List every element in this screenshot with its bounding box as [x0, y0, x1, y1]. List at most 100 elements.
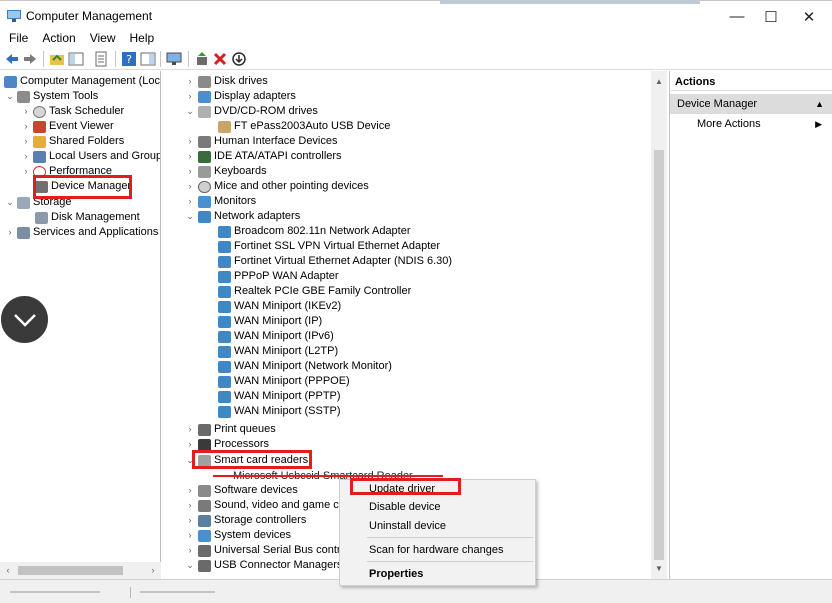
- chevron-right-icon[interactable]: ›: [184, 513, 196, 528]
- chevron-right-icon[interactable]: ›: [184, 134, 196, 149]
- network-adapter-item[interactable]: WAN Miniport (IKEv2): [216, 299, 341, 314]
- tree-item-system-tools[interactable]: ⌄ System Tools: [5, 89, 98, 104]
- scrollbar-thumb[interactable]: [18, 566, 123, 575]
- back-arrow-icon[interactable]: [4, 51, 20, 67]
- device-category-network-adapters[interactable]: ⌄ Network adapters: [184, 209, 300, 224]
- device-category-storage-controllers[interactable]: › Storage controllers: [184, 513, 306, 528]
- menu-disable-device[interactable]: Disable device: [369, 500, 441, 514]
- chevron-right-icon[interactable]: ›: [21, 134, 31, 149]
- menu-file[interactable]: File: [0, 31, 35, 47]
- monitor-icon[interactable]: [166, 51, 182, 67]
- chevron-right-icon[interactable]: ›: [5, 225, 15, 240]
- disable-device-icon[interactable]: [231, 51, 247, 67]
- forward-arrow-icon[interactable]: [22, 51, 38, 67]
- properties-icon[interactable]: [93, 51, 109, 67]
- device-category-hid[interactable]: › Human Interface Devices: [184, 134, 338, 149]
- device-category-keyboards[interactable]: › Keyboards: [184, 164, 267, 179]
- device-category-usb-connector[interactable]: ⌄ USB Connector Managers: [184, 558, 342, 573]
- chevron-right-icon[interactable]: ›: [21, 104, 31, 119]
- tree-item-shared-folders[interactable]: › Shared Folders: [21, 134, 124, 149]
- network-adapter-item[interactable]: Fortinet SSL VPN Virtual Ethernet Adapte…: [216, 239, 440, 254]
- device-category-usb-controllers[interactable]: › Universal Serial Bus controll: [184, 543, 352, 558]
- chevron-right-icon[interactable]: ›: [184, 164, 196, 179]
- actions-section-device-manager[interactable]: Device Manager ▲: [670, 94, 832, 114]
- chevron-right-icon[interactable]: ›: [21, 119, 31, 134]
- expand-overlay-button[interactable]: [0, 295, 49, 344]
- chevron-right-icon[interactable]: ›: [184, 543, 196, 558]
- menu-view[interactable]: View: [83, 31, 123, 47]
- tree-item-task-scheduler[interactable]: › Task Scheduler: [21, 104, 124, 119]
- network-adapter-item[interactable]: WAN Miniport (Network Monitor): [216, 359, 392, 374]
- menu-update-driver[interactable]: Update driver: [369, 482, 435, 496]
- chevron-down-icon[interactable]: ⌄: [184, 104, 196, 119]
- device-category-print-queues[interactable]: › Print queues: [184, 422, 276, 437]
- tree-item-computer-management[interactable]: Computer Management (Local: [2, 74, 160, 89]
- update-driver-icon[interactable]: [194, 51, 210, 67]
- menu-help[interactable]: Help: [123, 31, 162, 47]
- network-adapter-item[interactable]: WAN Miniport (IPv6): [216, 329, 334, 344]
- menu-uninstall-device[interactable]: Uninstall device: [369, 519, 446, 533]
- tree-item-disk-management[interactable]: Disk Management: [33, 210, 140, 225]
- collapse-icon[interactable]: ▲: [815, 94, 824, 114]
- up-folder-icon[interactable]: [49, 51, 65, 67]
- chevron-down-icon[interactable]: ⌄: [184, 558, 196, 573]
- tree-item-local-users[interactable]: › Local Users and Groups: [21, 149, 160, 164]
- chevron-down-icon[interactable]: ⌄: [184, 209, 196, 224]
- chevron-right-icon[interactable]: ›: [21, 149, 31, 164]
- show-pane-icon[interactable]: [140, 51, 156, 67]
- scrollbar-thumb[interactable]: [654, 150, 664, 560]
- scroll-right-icon[interactable]: ›: [145, 562, 161, 579]
- network-adapter-item[interactable]: WAN Miniport (IP): [216, 314, 322, 329]
- menu-scan-hardware[interactable]: Scan for hardware changes: [369, 543, 504, 557]
- tree-item-device-manager[interactable]: Device Manager: [33, 179, 131, 194]
- chevron-right-icon[interactable]: ›: [184, 194, 196, 209]
- chevron-right-icon[interactable]: ›: [184, 498, 196, 513]
- network-adapter-item[interactable]: WAN Miniport (PPPOE): [216, 374, 350, 389]
- close-button[interactable]: ✕: [786, 1, 832, 32]
- network-adapter-item[interactable]: WAN Miniport (SSTP): [216, 404, 341, 419]
- device-category-processors[interactable]: › Processors: [184, 437, 269, 452]
- vertical-scrollbar[interactable]: ▲ ▼: [651, 71, 667, 579]
- chevron-down-icon[interactable]: ⌄: [5, 89, 15, 104]
- scroll-down-icon[interactable]: ▼: [651, 561, 667, 577]
- network-adapter-item[interactable]: WAN Miniport (PPTP): [216, 389, 341, 404]
- device-category-software-devices[interactable]: › Software devices: [184, 483, 298, 498]
- tree-item-services[interactable]: › Services and Applications: [5, 225, 158, 240]
- network-adapter-item[interactable]: WAN Miniport (L2TP): [216, 344, 338, 359]
- chevron-right-icon[interactable]: ›: [184, 483, 196, 498]
- chevron-down-icon[interactable]: ⌄: [184, 453, 196, 468]
- chevron-right-icon[interactable]: ›: [184, 149, 196, 164]
- tree-item-performance[interactable]: › Performance: [21, 164, 112, 179]
- device-category-ide[interactable]: › IDE ATA/ATAPI controllers: [184, 149, 342, 164]
- network-adapter-item[interactable]: Broadcom 802.11n Network Adapter: [216, 224, 411, 239]
- device-category-sound[interactable]: › Sound, video and game con: [184, 498, 351, 513]
- chevron-right-icon[interactable]: ›: [184, 89, 196, 104]
- help-icon[interactable]: ?: [121, 51, 137, 67]
- chevron-right-icon[interactable]: ›: [184, 422, 196, 437]
- show-tree-icon[interactable]: [68, 51, 84, 67]
- device-category-mice[interactable]: › Mice and other pointing devices: [184, 179, 369, 194]
- device-category-monitors[interactable]: › Monitors: [184, 194, 256, 209]
- device-category-disk-drives[interactable]: › Disk drives: [184, 74, 268, 89]
- network-adapter-item[interactable]: PPPoP WAN Adapter: [216, 269, 339, 284]
- chevron-right-icon[interactable]: ›: [184, 437, 196, 452]
- chevron-right-icon[interactable]: ›: [21, 164, 31, 179]
- chevron-right-icon[interactable]: ›: [184, 179, 196, 194]
- device-category-display-adapters[interactable]: › Display adapters: [184, 89, 296, 104]
- more-actions-item[interactable]: More Actions ▶: [670, 114, 832, 134]
- horizontal-scrollbar[interactable]: ‹ ›: [0, 562, 161, 579]
- menu-action[interactable]: Action: [35, 31, 82, 47]
- scroll-left-icon[interactable]: ‹: [0, 562, 16, 579]
- menu-properties[interactable]: Properties: [369, 567, 423, 581]
- network-adapter-item[interactable]: Fortinet Virtual Ethernet Adapter (NDIS …: [216, 254, 452, 269]
- chevron-down-icon[interactable]: ⌄: [5, 195, 15, 210]
- chevron-right-icon[interactable]: ›: [184, 74, 196, 89]
- device-ft-epass[interactable]: FT ePass2003Auto USB Device: [216, 119, 390, 134]
- device-category-smart-card-readers[interactable]: ⌄ Smart card readers: [184, 453, 308, 468]
- tree-item-event-viewer[interactable]: › Event Viewer: [21, 119, 114, 134]
- uninstall-icon[interactable]: [212, 51, 228, 67]
- network-adapter-item[interactable]: Realtek PCIe GBE Family Controller: [216, 284, 411, 299]
- scroll-up-icon[interactable]: ▲: [651, 74, 667, 90]
- tree-item-storage[interactable]: ⌄ Storage: [5, 195, 72, 210]
- device-category-dvd[interactable]: ⌄ DVD/CD-ROM drives: [184, 104, 318, 119]
